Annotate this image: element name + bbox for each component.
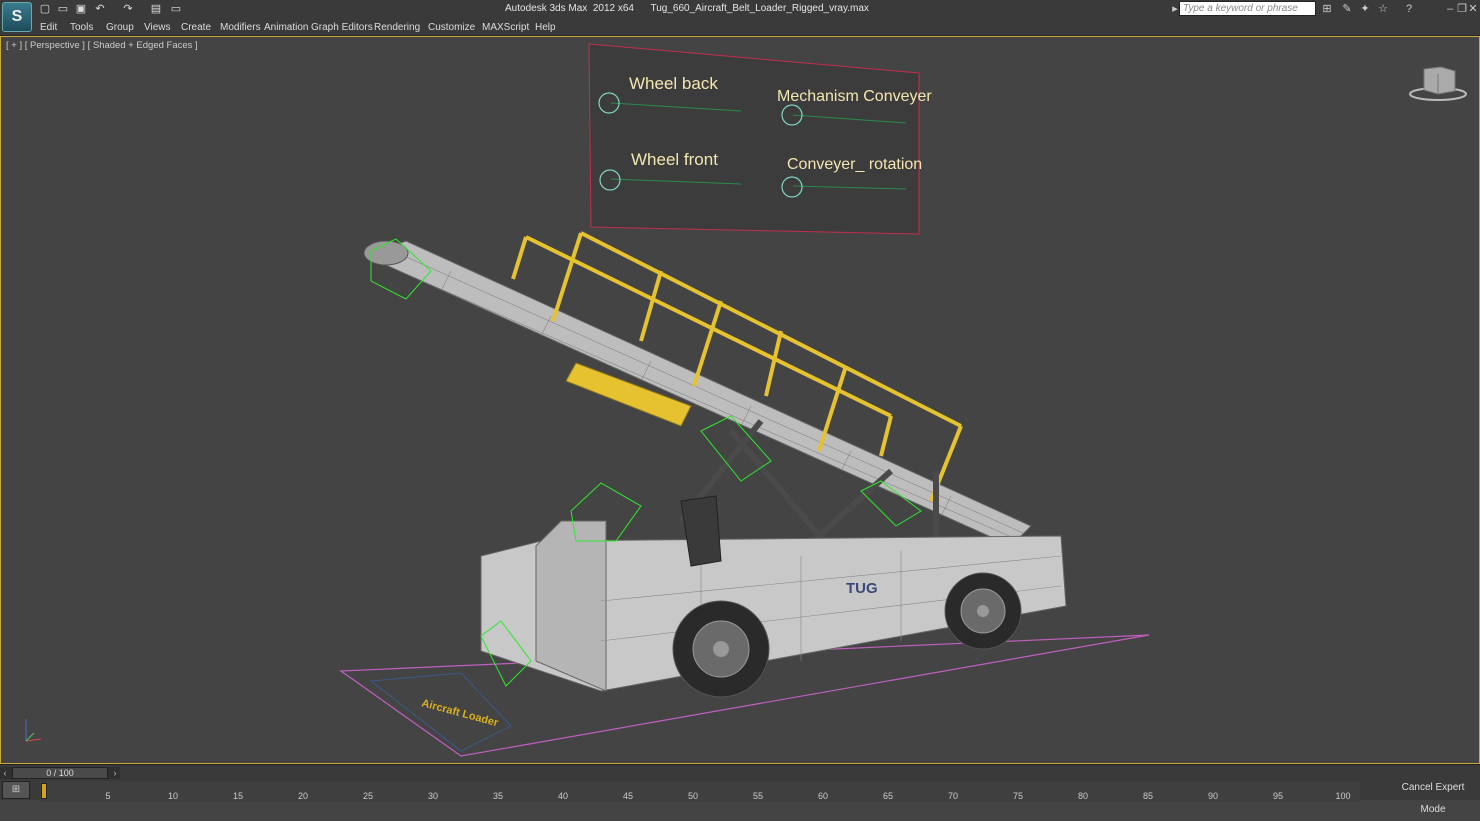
app-logo-button[interactable]: S: [2, 2, 32, 32]
rig-label-wheel-back: Wheel back: [629, 74, 718, 93]
menu-modifiers[interactable]: Modifiers: [220, 22, 261, 33]
trackbar-thumb[interactable]: [41, 783, 47, 799]
rig-label-conveyer-rotation: Conveyer_ rotation: [787, 156, 922, 173]
menu-create[interactable]: Create: [181, 22, 211, 33]
title-bar: S ▢ ▭ ▣ ↶ ↷ ▤ ▭ Autodesk 3ds Max 2012 x6…: [0, 0, 1480, 32]
save-file-icon[interactable]: ▣: [74, 2, 88, 16]
menu-graph-editors[interactable]: Graph Editors: [311, 22, 373, 33]
key-mode-button[interactable]: ⊞: [2, 781, 30, 799]
rig-control-panel: [588, 43, 920, 235]
window-title: Autodesk 3ds Max 2012 x64 Tug_660_Aircra…: [505, 3, 869, 14]
menu-animation[interactable]: Animation: [264, 22, 308, 33]
menu-views[interactable]: Views: [144, 22, 171, 33]
menu-customize[interactable]: Customize: [428, 22, 475, 33]
workspace-icon[interactable]: ▭: [169, 2, 183, 16]
truck-cab-block: [535, 520, 607, 692]
time-next-arrow-icon[interactable]: ›: [110, 767, 120, 779]
axis-tripod: [25, 719, 42, 742]
binoculars-icon[interactable]: ⊞: [1320, 2, 1334, 16]
search-input[interactable]: Type a keyword or phrase: [1179, 1, 1316, 16]
tools-icon[interactable]: ✎: [1340, 2, 1354, 16]
viewport-scene: Aircraft Loader TUG Wheel back Mechanism…: [25, 43, 1467, 757]
menu-group[interactable]: Group: [106, 22, 134, 33]
undo-icon[interactable]: ↶: [93, 2, 107, 16]
rig-label-mechanism-conveyer: Mechanism Conveyer: [777, 88, 932, 105]
timeline-panel: ‹ 0 / 100 › ⊞ 5 10 15 20 25 30 35 40 45 50 55 60 65 7…: [0, 764, 1480, 815]
favorites-star-icon[interactable]: ☆: [1376, 2, 1390, 16]
menu-edit[interactable]: Edit: [40, 22, 57, 33]
perspective-viewport[interactable]: [ + ] [ Perspective ] [ Shaded + Edged F…: [0, 36, 1480, 764]
help-icon[interactable]: ?: [1402, 2, 1416, 16]
rear-wheel[interactable]: [672, 600, 770, 698]
viewcube[interactable]: [1409, 66, 1467, 101]
rig-label-wheel-front: Wheel front: [631, 150, 718, 169]
new-file-icon[interactable]: ▢: [38, 2, 52, 16]
time-prev-arrow-icon[interactable]: ‹: [0, 767, 10, 779]
close-icon[interactable]: ✕: [1466, 2, 1480, 16]
truck-logo: TUG: [846, 580, 878, 597]
open-file-icon[interactable]: ▭: [56, 2, 70, 16]
menu-help[interactable]: Help: [535, 22, 556, 33]
time-slider[interactable]: ‹ 0 / 100 ›: [0, 767, 120, 779]
project-folder-icon[interactable]: ▤: [149, 2, 163, 16]
menu-maxscript[interactable]: MAXScript: [482, 22, 529, 33]
time-slider-value[interactable]: 0 / 100: [12, 767, 108, 779]
redo-icon[interactable]: ↷: [121, 2, 135, 16]
menu-rendering[interactable]: Rendering: [374, 22, 420, 33]
subscription-icon[interactable]: ✦: [1358, 2, 1372, 16]
cancel-expert-mode-button[interactable]: Cancel Expert Mode: [1388, 777, 1478, 815]
front-wheel[interactable]: [944, 572, 1022, 650]
menu-tools[interactable]: Tools: [70, 22, 93, 33]
